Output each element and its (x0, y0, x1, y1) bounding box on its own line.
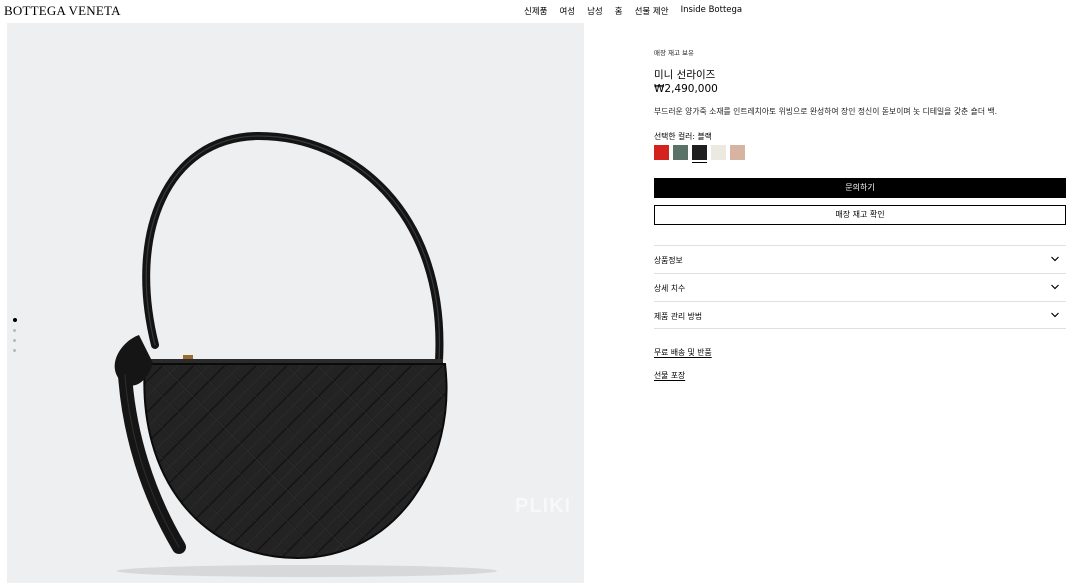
product-title: 미니 선라이즈 (654, 69, 716, 81)
gallery-dot[interactable] (13, 349, 16, 352)
chevron-down-icon (1051, 256, 1059, 262)
chevron-down-icon (1051, 312, 1059, 318)
free-shipping-returns-link[interactable]: 무료 배송 및 반품 (654, 347, 712, 358)
gallery-dot[interactable] (13, 339, 16, 342)
product-accordion: 상품정보 상세 치수 제품 관리 방법 (654, 245, 1066, 329)
brand-logo[interactable]: BOTTEGA VENETA (4, 3, 121, 19)
gallery-dot[interactable] (13, 329, 16, 332)
chevron-down-icon (1051, 284, 1059, 290)
selected-color-label: 선택한 컬러: 블랙 (654, 132, 712, 141)
product-description: 부드러운 양가죽 소재를 인트레치아토 위빙으로 완성하여 장인 정신이 돋보이… (654, 107, 998, 116)
nav-new-arrivals[interactable]: 신제품 (524, 5, 547, 17)
gift-wrap-link[interactable]: 선물 포장 (654, 370, 685, 381)
swatch-green[interactable] (673, 145, 688, 160)
gallery-dot[interactable] (12, 318, 17, 322)
accordion-product-info[interactable]: 상품정보 (654, 245, 1066, 273)
accordion-label: 상세 치수 (654, 284, 686, 293)
gallery-pagination (12, 318, 17, 359)
accordion-label: 상품정보 (654, 256, 683, 265)
product-image-gallery[interactable]: PLIKI (7, 23, 584, 583)
nav-men[interactable]: 남성 (587, 5, 603, 17)
swatch-pink[interactable] (730, 145, 745, 160)
accordion-care[interactable]: 제품 관리 방법 (654, 301, 1066, 329)
inquire-button[interactable]: 문의하기 (654, 178, 1066, 198)
check-store-stock-button[interactable]: 매장 재고 확인 (654, 205, 1066, 225)
nav-home[interactable]: 홈 (615, 5, 623, 17)
product-details-panel: 매장 재고 보유 미니 선라이즈 ₩2,490,000 부드러운 양가죽 소재를… (654, 0, 1066, 583)
accordion-dimensions[interactable]: 상세 치수 (654, 273, 1066, 301)
product-image (114, 131, 497, 577)
swatch-red[interactable] (654, 145, 669, 160)
accordion-label: 제품 관리 방법 (654, 312, 702, 321)
nav-women[interactable]: 여성 (559, 5, 575, 17)
watermark: PLIKI (515, 495, 572, 517)
swatch-black[interactable] (692, 145, 707, 163)
color-swatches (654, 145, 745, 163)
product-price: ₩2,490,000 (654, 83, 718, 95)
stock-note: 매장 재고 보유 (654, 49, 695, 57)
swatch-cream[interactable] (711, 145, 726, 160)
